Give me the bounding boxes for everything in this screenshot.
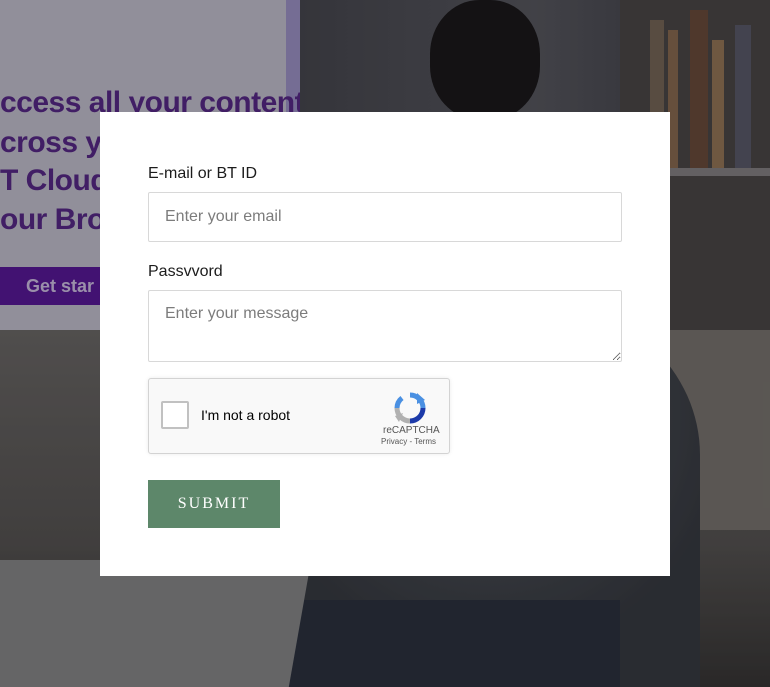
recaptcha-brand: reCAPTCHA	[383, 425, 440, 436]
login-form-card: E-mail or BT ID Passvvord I'm not a robo…	[100, 112, 670, 576]
privacy-link[interactable]: Privacy	[381, 437, 407, 446]
recaptcha-links: Privacy - Terms	[381, 437, 436, 446]
password-label: Passvvord	[148, 263, 223, 280]
terms-link[interactable]: Terms	[414, 437, 436, 446]
recaptcha-widget: I'm not a robot reCAPTCHA Privacy - Term…	[148, 378, 450, 454]
recaptcha-logo-icon	[394, 392, 426, 424]
password-textarea[interactable]	[148, 290, 622, 362]
recaptcha-label: I'm not a robot	[201, 407, 291, 423]
recaptcha-checkbox[interactable]	[161, 401, 189, 429]
submit-button[interactable]: SUBMIT	[148, 480, 280, 528]
email-label: E-mail or BT ID	[148, 165, 258, 182]
email-input[interactable]	[148, 192, 622, 242]
